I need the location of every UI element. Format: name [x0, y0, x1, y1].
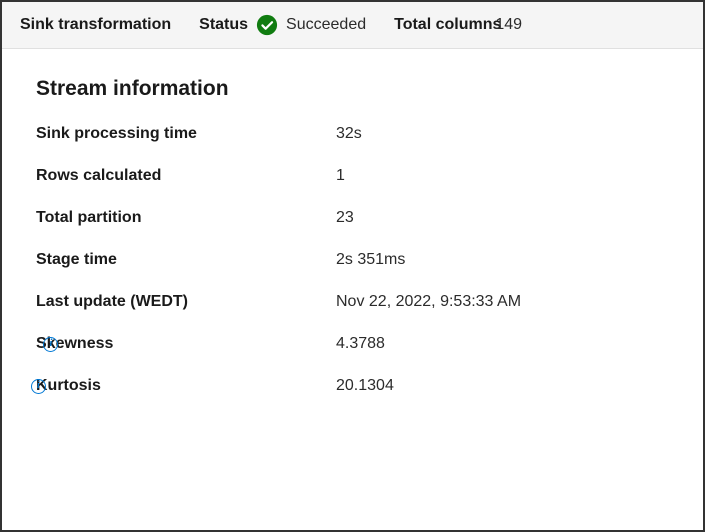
total-columns-label: Total columns [394, 16, 501, 34]
stream-info-table: Sink processing time 32s Rows calculated… [36, 125, 669, 395]
info-label: Last update (WEDT) [36, 293, 188, 311]
info-value: Nov 22, 2022, 9:53:33 AM [336, 293, 521, 311]
table-row: Skewness i 4.3788 [36, 335, 669, 353]
table-row: Stage time 2s 351ms [36, 251, 669, 269]
table-row: Last update (WEDT) Nov 22, 2022, 9:53:33… [36, 293, 669, 311]
info-label: Sink processing time [36, 125, 197, 143]
info-value: 4.3788 [336, 335, 385, 353]
info-value: 1 [336, 167, 345, 185]
total-columns-group: Total columns 149 [394, 16, 522, 34]
info-value: 20.1304 [336, 377, 394, 395]
success-check-icon [256, 14, 278, 36]
content-area: Stream information Sink processing time … [2, 49, 703, 415]
info-label: Rows calculated [36, 167, 161, 185]
status-group: Status Succeeded [199, 14, 366, 36]
status-label: Status [199, 16, 248, 34]
info-value: 2s 351ms [336, 251, 405, 269]
total-columns-value: 149 [495, 16, 522, 34]
status-value: Succeeded [286, 16, 366, 34]
info-label: Stage time [36, 251, 117, 269]
table-row: Sink processing time 32s [36, 125, 669, 143]
transformation-label: Sink transformation [20, 16, 171, 34]
info-value: 23 [336, 209, 354, 227]
info-circle-icon[interactable]: i [43, 337, 58, 352]
info-label: Total partition [36, 209, 141, 227]
table-row: Kurtosis i 20.1304 [36, 377, 669, 395]
header-bar: Sink transformation Status Succeeded Tot… [2, 2, 703, 49]
info-circle-icon[interactable]: i [31, 379, 46, 394]
section-title: Stream information [36, 77, 669, 101]
info-value: 32s [336, 125, 362, 143]
table-row: Total partition 23 [36, 209, 669, 227]
table-row: Rows calculated 1 [36, 167, 669, 185]
